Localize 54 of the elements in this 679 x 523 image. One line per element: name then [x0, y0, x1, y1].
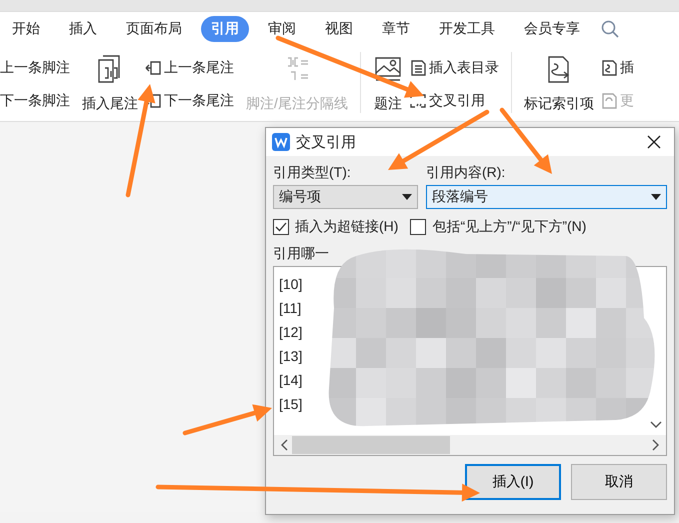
ribbon-tab[interactable]: 章节: [372, 16, 420, 42]
scroll-right-icon: [652, 439, 660, 451]
command-label[interactable]: 交叉引用: [428, 92, 485, 110]
command-label[interactable]: 下一条尾注: [164, 92, 234, 110]
document-list-icon: [408, 59, 427, 78]
scroll-down-icon: [650, 421, 662, 429]
command-label[interactable]: 插入表目录: [428, 59, 499, 78]
horizontal-scrollbar[interactable]: [274, 435, 666, 455]
dialog-title: 交叉引用: [296, 132, 356, 152]
close-icon[interactable]: [646, 134, 662, 150]
search-icon: [601, 20, 619, 38]
command-label[interactable]: 插: [620, 59, 634, 78]
list-item[interactable]: [12]: [279, 320, 302, 344]
list-item[interactable]: [11]: [279, 296, 302, 320]
ribbon-tab[interactable]: 页面布局: [116, 16, 192, 42]
list-item[interactable]: [15]: [279, 392, 302, 416]
ribbon-tab[interactable]: 开始: [2, 16, 50, 42]
checkbox-label: 插入为超链接(H): [295, 218, 398, 236]
command-label[interactable]: 插入尾注: [82, 95, 138, 113]
scroll-left-icon: [280, 439, 288, 451]
ribbon-tab[interactable]: 插入: [59, 16, 107, 42]
command-label: 脚注/尾注分隔线: [246, 95, 348, 113]
caret-icon: [651, 194, 661, 200]
document-refresh-icon: [600, 92, 618, 110]
app-logo-icon: [272, 133, 290, 151]
field-label: 引用类型(T):: [273, 164, 352, 182]
ribbon-tab[interactable]: 审阅: [258, 16, 306, 42]
command-label[interactable]: 上一条脚注: [0, 59, 70, 78]
list-item[interactable]: [14]: [279, 368, 302, 392]
list-item[interactable]: [10]: [279, 272, 302, 296]
page-arrow-icon: [144, 59, 162, 78]
dialog-button[interactable]: 插入(I): [465, 464, 561, 500]
dropdown-field[interactable]: 编号项: [273, 185, 418, 209]
command-label[interactable]: 题注: [374, 95, 402, 113]
document-icon: [600, 59, 618, 78]
command-label[interactable]: 标记索引项: [524, 95, 594, 113]
bracket-frame-icon: [408, 92, 427, 110]
list-item[interactable]: [13]: [279, 344, 302, 368]
list-label: 引用哪一: [273, 245, 330, 263]
caret-icon: [402, 194, 412, 200]
command-label[interactable]: 上一条尾注: [164, 59, 234, 78]
checkbox[interactable]: [273, 219, 289, 235]
dialog-button[interactable]: 取消: [571, 464, 667, 500]
ribbon-tab[interactable]: 会员专享: [514, 16, 590, 42]
checkbox-label: 包括“见上方”/“见下方”(N): [432, 218, 586, 236]
scrollbar-thumb[interactable]: [292, 436, 450, 454]
ribbon-tab[interactable]: 开发工具: [429, 16, 505, 42]
command-label: 更: [620, 92, 634, 110]
dropdown-field[interactable]: 段落编号: [426, 185, 667, 209]
check-icon: [274, 220, 288, 234]
checkbox[interactable]: [410, 219, 426, 235]
field-label: 引用内容(R):: [426, 164, 506, 182]
command-label[interactable]: 下一条脚注: [0, 92, 70, 110]
ribbon-tab[interactable]: 视图: [315, 16, 363, 42]
